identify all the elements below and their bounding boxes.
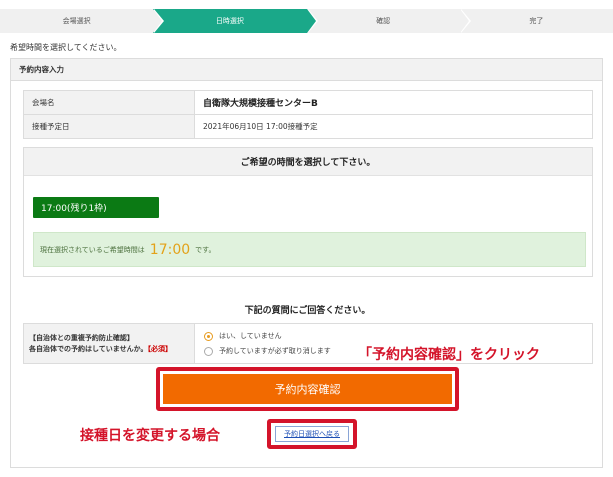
step-complete: 完了: [459, 9, 613, 33]
question-title: 下記の質問にご回答ください。: [244, 306, 371, 316]
question-label-line1: 【自治体との重複予約防止確認】: [29, 333, 134, 342]
step-confirm: 確認: [306, 9, 471, 33]
panel-title: 予約内容入力: [11, 59, 602, 81]
step-label: 完了: [529, 17, 544, 25]
submit-highlight-frame: 予約内容確認: [156, 367, 459, 411]
step-label: 会場選択: [62, 17, 91, 25]
time-select-heading: ご希望の時間を選択して下さい。: [24, 148, 592, 176]
reservation-info-table: 会場名 自衛隊大規模接種センターB 接種予定日 2021年06月10日 17:0…: [23, 90, 593, 139]
venue-label: 会場名: [23, 90, 195, 115]
radio-option-no-reservation[interactable]: はい、していません: [204, 329, 592, 344]
back-to-date-select-link[interactable]: 予約日選択へ戻る: [275, 426, 349, 442]
time-select-box: ご希望の時間を選択して下さい。 17:00(残り1枠) 現在選択されているご希望…: [23, 147, 593, 277]
radio-checked-icon[interactable]: [204, 331, 213, 341]
table-row: 会場名 自衛隊大規模接種センターB: [23, 90, 593, 115]
radio-unchecked-icon[interactable]: [204, 346, 213, 356]
date-label: 接種予定日: [23, 114, 195, 139]
confirm-reservation-button[interactable]: 予約内容確認: [163, 374, 452, 404]
step-label: 確認: [376, 17, 391, 25]
page-instruction: 希望時間を選択してください。: [10, 43, 122, 52]
radio-option-label: はい、していません: [219, 332, 282, 340]
annotation-click-confirm: 「予約内容確認」をクリック: [358, 347, 540, 363]
required-badge: 【必須】: [147, 344, 172, 353]
radio-option-label: 予約していますが必ず取り消します: [219, 347, 331, 355]
back-highlight-frame: 予約日選択へ戻る: [267, 419, 357, 449]
step-venue-select: 会場選択: [0, 9, 165, 33]
selected-time-value: 17:00: [149, 241, 191, 258]
step-datetime-select: 日時選択: [153, 9, 318, 33]
selected-time-prefix: 現在選択されているご希望時間は: [40, 245, 145, 254]
selected-time-suffix: です。: [195, 245, 216, 254]
table-row: 接種予定日 2021年06月10日 17:00接種予定: [23, 114, 593, 139]
venue-value: 自衛隊大規模接種センターB: [194, 90, 593, 115]
question-label-line2: 各自治体での予約はしていませんか。【必須】: [29, 344, 172, 353]
annotation-change-date: 接種日を変更する場合: [80, 428, 220, 444]
question-label: 【自治体との重複予約防止確認】 各自治体での予約はしていませんか。【必須】: [23, 323, 195, 364]
time-slot-button[interactable]: 17:00(残り1枠): [33, 197, 159, 218]
selected-time-notice: 現在選択されているご希望時間は 17:00 です。: [33, 232, 586, 267]
date-value: 2021年06月10日 17:00接種予定: [194, 114, 593, 139]
step-label: 日時選択: [215, 17, 244, 25]
progress-steps: 会場選択 日時選択 確認 完了: [0, 9, 613, 33]
